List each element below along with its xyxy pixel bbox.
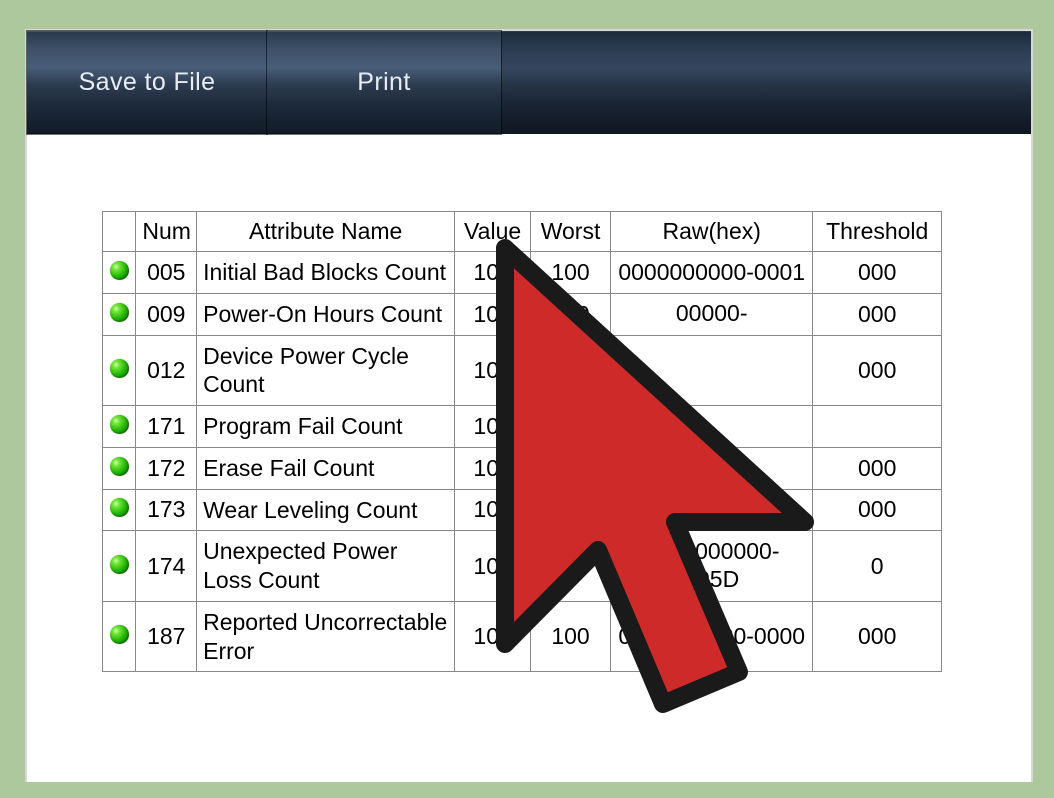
- raw-cell: 0000000000-0000: [611, 601, 813, 672]
- status-ok-icon: [110, 415, 129, 434]
- worst-cell: 100: [531, 531, 611, 602]
- status-cell: [103, 335, 136, 406]
- value-cell: 100: [455, 601, 531, 672]
- status-ok-icon: [110, 625, 129, 644]
- threshold-cell: 0: [813, 531, 942, 602]
- status-cell: [103, 406, 136, 448]
- name-cell: Program Fail Count: [197, 406, 455, 448]
- status-ok-icon: [110, 359, 129, 378]
- table-row: 187Reported Uncorrectable Error100100000…: [103, 601, 942, 672]
- worst-cell: 100: [531, 293, 611, 335]
- raw-cell: 0000000000-0001: [611, 252, 813, 294]
- col-header-worst: Worst: [531, 212, 611, 252]
- num-cell: 173: [136, 489, 197, 531]
- col-header-name: Attribute Name: [197, 212, 455, 252]
- name-cell: Erase Fail Count: [197, 447, 455, 489]
- col-header-raw: Raw(hex): [611, 212, 813, 252]
- raw-cell: 00000-: [611, 293, 813, 335]
- col-header-num: Num: [136, 212, 197, 252]
- status-cell: [103, 293, 136, 335]
- name-cell: Unexpected Power Loss Count: [197, 531, 455, 602]
- status-cell: [103, 489, 136, 531]
- status-ok-icon: [110, 498, 129, 517]
- name-cell: Wear Leveling Count: [197, 489, 455, 531]
- table-row: 172Erase Fail Count100100000: [103, 447, 942, 489]
- save-to-file-label: Save to File: [79, 68, 216, 97]
- status-ok-icon: [110, 261, 129, 280]
- status-ok-icon: [110, 303, 129, 322]
- col-header-status: [103, 212, 136, 252]
- raw-cell: [611, 406, 813, 448]
- raw-cell: 0000000000-005D: [611, 531, 813, 602]
- col-header-value: Value: [455, 212, 531, 252]
- table-row: 012Device Power Cycle Count100100000: [103, 335, 942, 406]
- raw-cell: 0000 0099: [611, 489, 813, 531]
- col-header-threshold: Threshold: [813, 212, 942, 252]
- num-cell: 009: [136, 293, 197, 335]
- app-window: Save to File Print Num Attribute Name Va…: [25, 29, 1033, 782]
- name-cell: Power-On Hours Count: [197, 293, 455, 335]
- print-label: Print: [357, 68, 410, 97]
- status-cell: [103, 601, 136, 672]
- table-row: 173Wear Leveling Count1001000000 0099000: [103, 489, 942, 531]
- num-cell: 171: [136, 406, 197, 448]
- worst-cell: 100: [531, 447, 611, 489]
- status-ok-icon: [110, 555, 129, 574]
- value-cell: 100: [455, 252, 531, 294]
- value-cell: 100: [455, 531, 531, 602]
- value-cell: 100: [455, 335, 531, 406]
- content-area: Num Attribute Name Value Worst Raw(hex) …: [102, 211, 942, 672]
- num-cell: 172: [136, 447, 197, 489]
- table-row: 171Program Fail Count100100: [103, 406, 942, 448]
- threshold-cell: 000: [813, 335, 942, 406]
- name-cell: Initial Bad Blocks Count: [197, 252, 455, 294]
- threshold-cell: 000: [813, 489, 942, 531]
- threshold-cell: 000: [813, 252, 942, 294]
- threshold-cell: 000: [813, 601, 942, 672]
- save-to-file-button[interactable]: Save to File: [27, 31, 267, 134]
- table-row: 174Unexpected Power Loss Count1001000000…: [103, 531, 942, 602]
- table-row: 009Power-On Hours Count10010000000-000: [103, 293, 942, 335]
- worst-cell: 100: [531, 601, 611, 672]
- table-header-row: Num Attribute Name Value Worst Raw(hex) …: [103, 212, 942, 252]
- print-button[interactable]: Print: [267, 31, 501, 134]
- value-cell: 100: [455, 406, 531, 448]
- table-row: 005Initial Bad Blocks Count1001000000000…: [103, 252, 942, 294]
- toolbar: Save to File Print: [27, 31, 1031, 134]
- smart-attributes-table: Num Attribute Name Value Worst Raw(hex) …: [102, 211, 942, 672]
- threshold-cell: 000: [813, 293, 942, 335]
- status-cell: [103, 447, 136, 489]
- worst-cell: 100: [531, 335, 611, 406]
- worst-cell: 100: [531, 406, 611, 448]
- name-cell: Reported Uncorrectable Error: [197, 601, 455, 672]
- threshold-cell: [813, 406, 942, 448]
- num-cell: 174: [136, 531, 197, 602]
- worst-cell: 100: [531, 489, 611, 531]
- raw-cell: [611, 447, 813, 489]
- worst-cell: 100: [531, 252, 611, 294]
- status-cell: [103, 252, 136, 294]
- raw-cell: [611, 335, 813, 406]
- value-cell: 100: [455, 489, 531, 531]
- status-ok-icon: [110, 457, 129, 476]
- toolbar-spacer: [501, 31, 1031, 134]
- num-cell: 187: [136, 601, 197, 672]
- num-cell: 012: [136, 335, 197, 406]
- value-cell: 100: [455, 293, 531, 335]
- status-cell: [103, 531, 136, 602]
- value-cell: 100: [455, 447, 531, 489]
- name-cell: Device Power Cycle Count: [197, 335, 455, 406]
- num-cell: 005: [136, 252, 197, 294]
- threshold-cell: 000: [813, 447, 942, 489]
